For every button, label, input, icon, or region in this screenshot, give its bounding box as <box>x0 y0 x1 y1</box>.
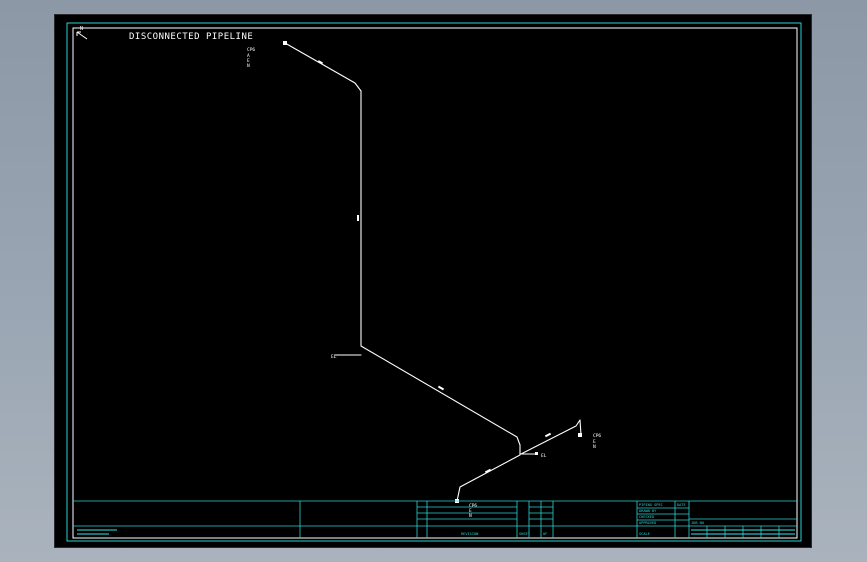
label-date: DATE <box>677 503 686 507</box>
note-top-end: CP6 A E N <box>247 47 255 69</box>
svg-text:EL: EL <box>331 354 337 360</box>
note-mid-end: EL <box>331 354 337 360</box>
north-arrow-label: N <box>80 26 83 32</box>
svg-text:N: N <box>247 63 250 69</box>
pipe-end-marker <box>578 433 582 437</box>
dimension-ticks <box>317 60 552 474</box>
label-piping-spec: PIPING SPEC <box>639 503 663 507</box>
label-job-no: JOB NO <box>691 521 704 525</box>
note-branch-end: EL <box>541 453 547 459</box>
drawing-title: DISCONNECTED PIPELINE <box>129 32 253 42</box>
note-bottom-end: CP6 E N <box>469 503 477 519</box>
label-sheet: SHEET <box>519 532 531 536</box>
drawing-viewport[interactable]: N DISCONNECTED PIPELINE CP6 A E N EL EL … <box>54 14 812 548</box>
title-block <box>73 500 797 538</box>
isometric-drawing: N DISCONNECTED PIPELINE CP6 A E N EL EL … <box>66 22 802 542</box>
svg-text:CP6: CP6 <box>593 433 601 439</box>
label-revision: REVISION <box>461 532 478 536</box>
svg-text:CP6: CP6 <box>247 47 255 53</box>
inner-border <box>72 27 798 539</box>
label-drawn-by: DRAWN BY <box>639 509 657 513</box>
svg-text:N: N <box>593 444 596 450</box>
outer-border <box>66 22 802 542</box>
label-of: OF <box>543 532 547 536</box>
svg-text:N: N <box>469 513 472 519</box>
label-checked: CHECKED <box>639 515 654 519</box>
pipe-end-markers <box>283 41 582 503</box>
title-block-fine-print <box>77 529 795 535</box>
pipe-end-marker <box>535 452 538 455</box>
label-approved: APPROVED <box>639 521 656 525</box>
svg-text:EL: EL <box>541 453 547 459</box>
pipeline <box>284 42 582 502</box>
note-right-end: CP6 E N <box>593 433 601 450</box>
label-scale: SCALE <box>639 532 650 536</box>
pipe-end-marker <box>283 41 287 45</box>
